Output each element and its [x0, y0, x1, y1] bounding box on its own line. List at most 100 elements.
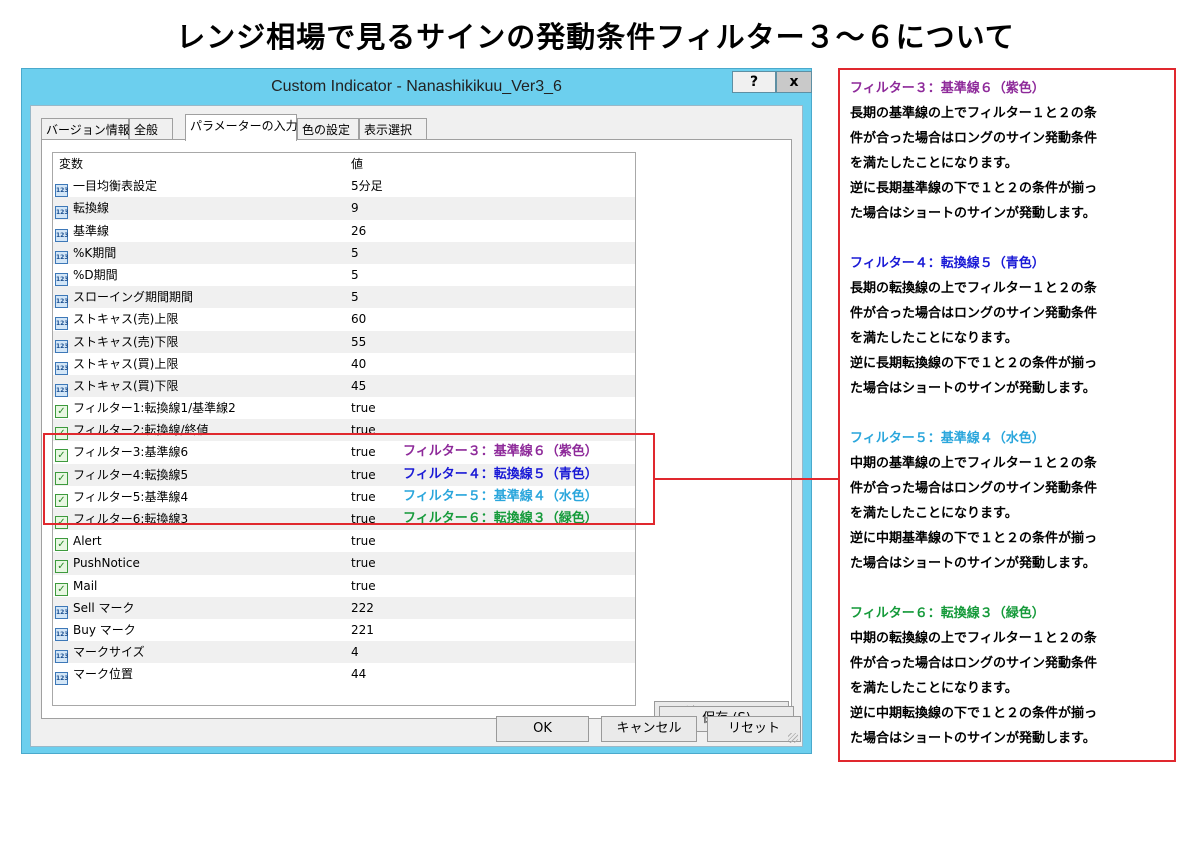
parameter-name-text: ストキャス(買)下限 — [73, 378, 179, 393]
parameter-row[interactable]: ✓ Alert true — [53, 530, 635, 552]
parameter-value[interactable]: 60 — [351, 308, 366, 330]
parameter-value[interactable]: 26 — [351, 220, 366, 242]
parameter-row[interactable]: ✓ フィルター1:転換線1/基準線2 true — [53, 397, 635, 419]
parameter-row[interactable]: 123 基準線 26 — [53, 220, 635, 242]
parameter-value[interactable]: true — [351, 530, 376, 552]
parameter-row[interactable]: 123 マーク位置 44 — [53, 663, 635, 686]
parameter-row[interactable]: 123 %D期間 5 — [53, 264, 635, 286]
parameter-row[interactable]: ✓ フィルター6:転換線3 true フィルター６：転換線３（緑色） — [53, 508, 635, 531]
tab-version-info[interactable]: バージョン情報 — [41, 118, 130, 140]
filter-explanation-section: フィルター３：基準線６（紫色） 長期の基準線の上でフィルター１と２の条 件が合った場… — [850, 76, 1168, 226]
filter-explanation-line: た場合はショートのサインが発動します。 — [850, 731, 1096, 746]
parameter-value[interactable]: true — [351, 486, 376, 508]
parameter-row[interactable]: ✓ PushNotice true — [53, 552, 635, 575]
parameter-row[interactable]: 123 一目均衡表設定 5分足 — [53, 175, 635, 198]
filter-explanation-line: た場合はショートのサインが発動します。 — [850, 556, 1096, 571]
parameter-name: ✓ フィルター3:基準線6 — [55, 441, 188, 463]
parameter-value[interactable]: 222 — [351, 597, 374, 619]
parameter-row[interactable]: 123 Buy マーク 221 — [53, 619, 635, 641]
parameter-value[interactable]: true — [351, 419, 376, 441]
parameter-row[interactable]: ✓ フィルター2:転換線/終値 true — [53, 419, 635, 442]
filter-explanation-line: を満たしたことになります。 — [850, 331, 1018, 346]
parameter-row[interactable]: 123 ストキャス(買)下限 45 — [53, 374, 635, 398]
parameter-row[interactable]: 123 ストキャス(売)上限 60 — [53, 308, 635, 331]
parameter-name-text: フィルター2:転換線/終値 — [73, 423, 209, 438]
tab-color-settings[interactable]: 色の設定 — [297, 118, 359, 140]
highlight-connector-line — [655, 478, 838, 480]
parameter-value[interactable]: 45 — [351, 375, 366, 397]
bool-icon: ✓ — [55, 471, 68, 485]
parameter-row[interactable]: ✓ フィルター3:基準線6 true フィルター３：基準線６（紫色） — [53, 441, 635, 463]
parameter-row[interactable]: 123 %K期間 5 — [53, 241, 635, 264]
filter-explanation-line: 中期の転換線の上でフィルター１と２の条 — [850, 631, 1097, 646]
filter-explanation-line: を満たしたことになります。 — [850, 681, 1018, 696]
filter-explanation-title: フィルター６：転換線３（緑色） — [850, 606, 1045, 621]
parameter-value[interactable]: 5分足 — [351, 175, 383, 197]
parameter-value[interactable]: 5 — [351, 242, 359, 264]
filter-explanation-section: フィルター５：基準線４（水色） 中期の基準線の上でフィルター１と２の条 件が合った場… — [850, 426, 1168, 576]
tab-display-select[interactable]: 表示選択 — [359, 118, 427, 140]
parameter-row[interactable]: ✓ フィルター4:転換線5 true フィルター４：転換線５（青色） — [53, 463, 635, 486]
close-button[interactable]: x — [776, 71, 812, 93]
parameter-name: ✓ フィルター6:転換線3 — [55, 508, 188, 530]
parameter-value[interactable]: 40 — [351, 353, 366, 375]
parameter-name: ✓ フィルター2:転換線/終値 — [55, 419, 208, 441]
parameter-name: 123 転換線 — [55, 197, 109, 220]
ok-button[interactable]: OK — [496, 716, 589, 742]
column-header-variable: 変数 — [59, 157, 84, 171]
filter-explanation-title: フィルター５：基準線４（水色） — [850, 431, 1045, 446]
parameter-name: 123 ストキャス(売)下限 — [55, 331, 178, 353]
filter-explanation-line: 長期の基準線の上でフィルター１と２の条 — [850, 106, 1097, 121]
parameter-value[interactable]: 5 — [351, 286, 359, 308]
bool-icon: ✓ — [55, 449, 68, 463]
parameter-value[interactable]: 44 — [351, 663, 366, 685]
filter-explanation-line: 逆に長期基準線の下で１と２の条件が揃っ — [850, 181, 1098, 196]
parameter-row[interactable]: 123 転換線 9 — [53, 197, 635, 220]
tab-general[interactable]: 全般 — [129, 118, 173, 140]
dialog-client-area: バージョン情報 全般 パラメーターの入力 色の設定 表示選択 変数 値 123 一… — [30, 105, 803, 747]
parameter-value[interactable]: 9 — [351, 197, 359, 219]
filter-explanation-line: を満たしたことになります。 — [850, 506, 1018, 521]
parameter-row[interactable]: 123 ストキャス(買)上限 40 — [53, 353, 635, 375]
page-heading: レンジ相場で見るサインの発動条件フィルター３〜６について — [176, 20, 1015, 54]
parameter-value[interactable]: true — [351, 508, 376, 530]
parameter-row[interactable]: 123 マークサイズ 4 — [53, 641, 635, 664]
bool-icon: ✓ — [55, 560, 68, 574]
parameter-value[interactable]: 55 — [351, 331, 366, 353]
parameter-row[interactable]: ✓ Mail true — [53, 575, 635, 597]
filter-explanation-line: 件が合った場合はロングのサイン発動条件 — [850, 656, 1098, 671]
reset-button[interactable]: リセット — [707, 716, 801, 742]
custom-indicator-dialog: Custom Indicator - Nanashikikuu_Ver3_6 ?… — [21, 68, 812, 754]
parameter-name: 123 マークサイズ — [55, 641, 145, 664]
help-button[interactable]: ? — [732, 71, 776, 93]
parameter-name-text: ストキャス(売)上限 — [73, 312, 179, 327]
filter-explanation-line: 長期の転換線の上でフィルター１と２の条 — [850, 281, 1097, 296]
parameter-name-text: フィルター5:基準線4 — [73, 489, 189, 504]
parameter-value[interactable]: true — [351, 575, 376, 597]
parameter-row[interactable]: ✓ フィルター5:基準線4 true フィルター５：基準線４（水色） — [53, 486, 635, 508]
cancel-button[interactable]: キャンセル — [601, 716, 697, 742]
parameter-value[interactable]: true — [351, 552, 376, 574]
filter-annotation-label: フィルター３：基準線６（紫色） — [403, 444, 598, 460]
filter-explanation-title: フィルター４：転換線５（青色） — [850, 256, 1045, 271]
parameter-value[interactable]: 221 — [351, 619, 374, 641]
number-icon: 123 — [55, 339, 69, 353]
filter-explanation-title: フィルター３：基準線６（紫色） — [850, 81, 1045, 96]
filter-explanation-line: 逆に長期転換線の下で１と２の条件が揃っ — [850, 356, 1098, 371]
parameter-row[interactable]: 123 Sell マーク 222 — [53, 596, 635, 619]
parameter-value[interactable]: 4 — [351, 641, 359, 663]
parameter-value[interactable]: 5 — [351, 264, 359, 286]
tab-input-parameters[interactable]: パラメーターの入力 — [185, 114, 298, 141]
bool-icon: ✓ — [55, 516, 68, 529]
parameter-value[interactable]: true — [351, 397, 376, 419]
parameter-value[interactable]: true — [351, 441, 376, 463]
parameter-name-text: ストキャス(売)下限 — [73, 334, 179, 349]
resize-grip-icon[interactable] — [788, 733, 798, 743]
filter-explanation-line: 件が合った場合はロングのサイン発動条件 — [850, 306, 1098, 321]
parameter-value[interactable]: true — [351, 464, 376, 486]
parameter-row[interactable]: 123 ストキャス(売)下限 55 — [53, 330, 635, 353]
bool-icon: ✓ — [55, 493, 68, 507]
parameter-row[interactable]: 123 スローイング期間期間 5 — [53, 286, 635, 309]
parameter-name: 123 スローイング期間期間 — [55, 286, 193, 309]
parameter-name: ✓ フィルター4:転換線5 — [55, 464, 188, 486]
